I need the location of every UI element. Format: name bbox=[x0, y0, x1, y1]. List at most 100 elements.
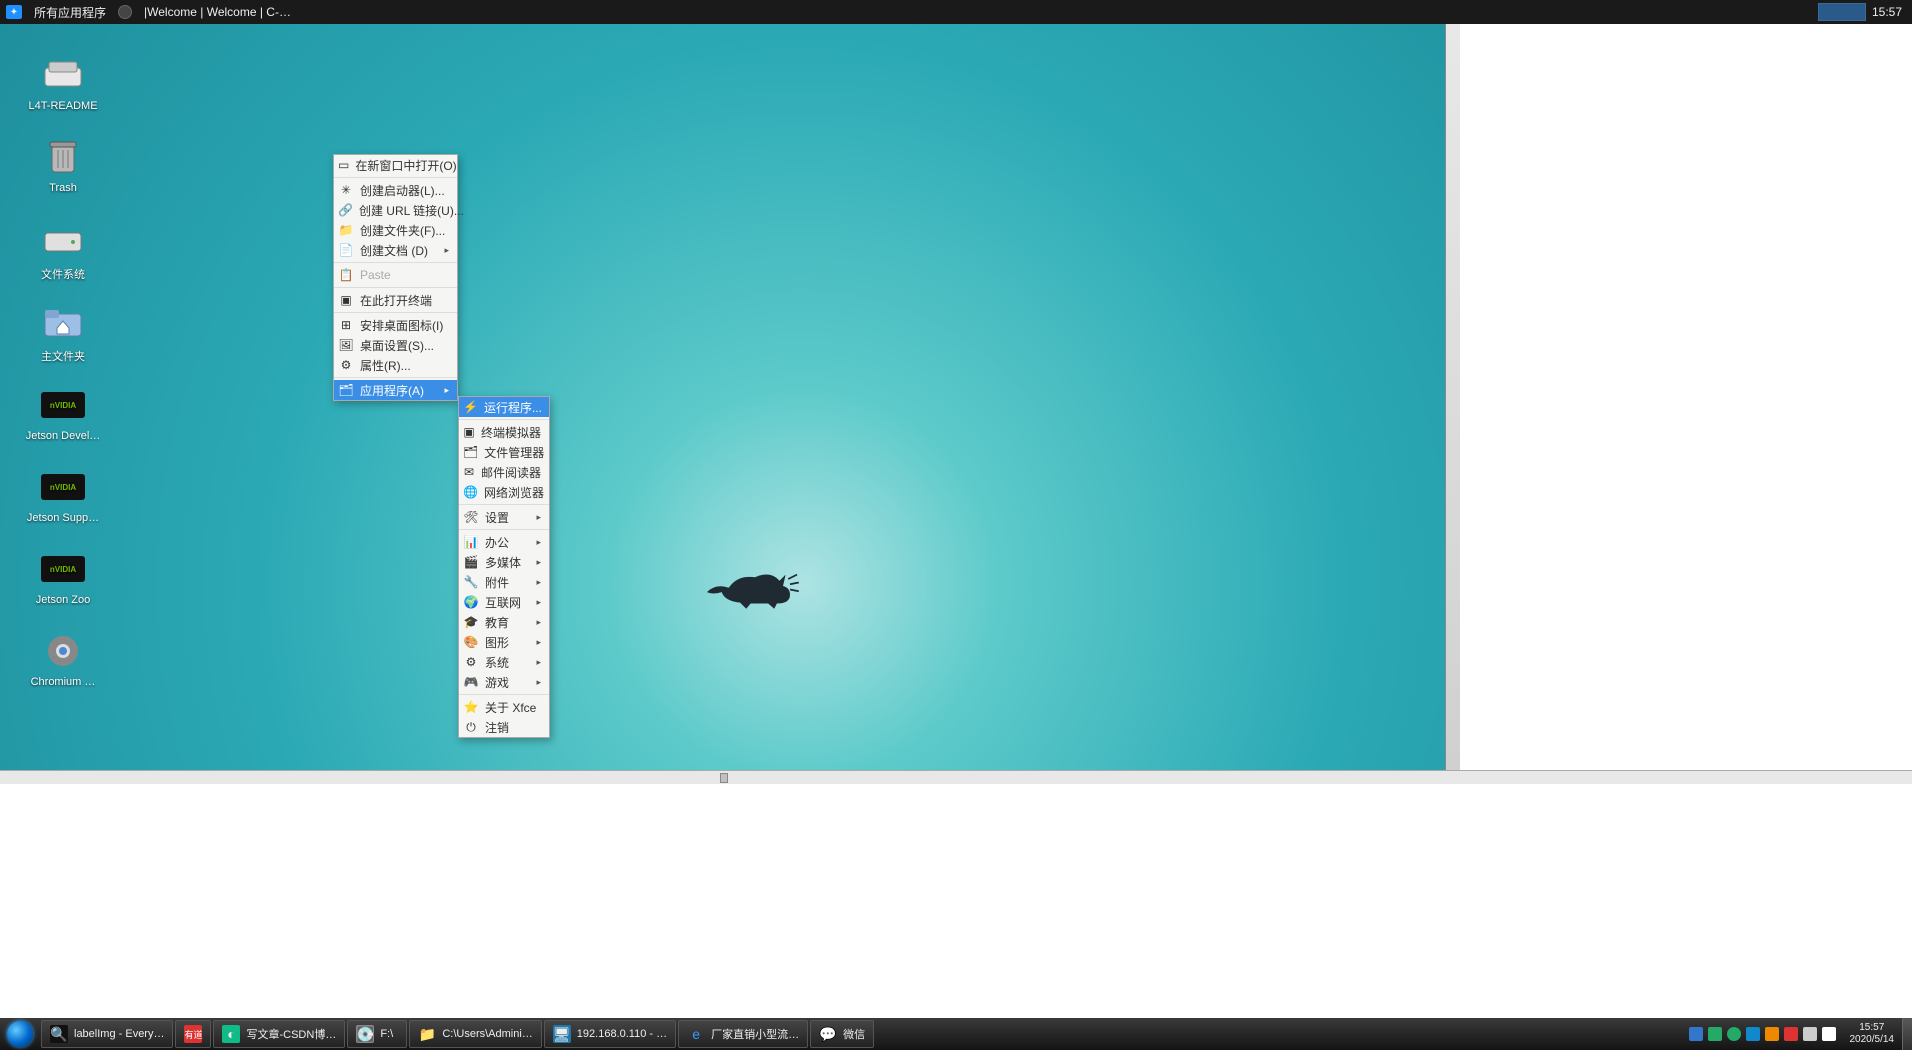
terminal-icon: ▣ bbox=[338, 292, 354, 308]
submenu-multimedia[interactable]: 🎬多媒体▸ bbox=[459, 552, 549, 572]
youdao-icon: 有道 bbox=[184, 1025, 202, 1043]
taskbar-label: C:\Users\Admini… bbox=[442, 1028, 532, 1040]
submenu-settings[interactable]: 🛠设置▸ bbox=[459, 507, 549, 527]
tray-icon[interactable] bbox=[1727, 1027, 1741, 1041]
menu-create-url[interactable]: 🔗创建 URL 链接(U)... bbox=[334, 200, 457, 220]
desktop-icon-l4t-readme[interactable]: L4T-README bbox=[18, 54, 108, 112]
viewer-horizontal-scrollbar[interactable] bbox=[0, 770, 1912, 784]
desktop-icon-chromium[interactable]: Chromium … bbox=[18, 630, 108, 688]
link-icon: 🔗 bbox=[338, 202, 353, 218]
menu-separator bbox=[334, 177, 457, 178]
drive-icon bbox=[39, 54, 87, 96]
submenu-arrow-icon: ▸ bbox=[536, 577, 541, 588]
submenu-system[interactable]: ⚙系统▸ bbox=[459, 652, 549, 672]
submenu-arrow-icon: ▸ bbox=[536, 637, 541, 648]
submenu-education[interactable]: 🎓教育▸ bbox=[459, 612, 549, 632]
taskbar-button-ie[interactable]: e厂家直销小型流… bbox=[678, 1020, 808, 1048]
menu-label: 属性(R)... bbox=[360, 357, 411, 374]
all-applications-button[interactable]: 所有应用程序 bbox=[26, 4, 114, 21]
window-title[interactable]: |Welcome | Welcome | C-… bbox=[136, 5, 299, 19]
submenu-about-xfce[interactable]: ⭐关于 Xfce bbox=[459, 697, 549, 717]
taskbar-label: 192.168.0.110 - … bbox=[577, 1028, 667, 1040]
menu-properties[interactable]: ⚙属性(R)... bbox=[334, 355, 457, 375]
desktop-icon-trash[interactable]: Trash bbox=[18, 136, 108, 194]
desktop-icon-filesystem[interactable]: 文件系统 bbox=[18, 220, 108, 282]
menu-arrange-icons[interactable]: ⊞安排桌面图标(I) bbox=[334, 315, 457, 335]
terminal-icon: ▣ bbox=[463, 424, 475, 440]
taskbar-button-vnc[interactable]: 🖥192.168.0.110 - … bbox=[544, 1020, 676, 1048]
icon-label: Jetson Supp… bbox=[18, 512, 108, 524]
taskbar-spacer bbox=[875, 1018, 1682, 1050]
menu-applications[interactable]: 🗂应用程序(A)▸ bbox=[334, 380, 457, 400]
submenu-mail-reader[interactable]: ✉邮件阅读器 bbox=[459, 462, 549, 482]
window-button-icon[interactable] bbox=[118, 5, 132, 19]
desktop-icon-jetson-support[interactable]: nVIDIA Jetson Supp… bbox=[18, 466, 108, 524]
menu-create-document[interactable]: 📄创建文档 (D)▸ bbox=[334, 240, 457, 260]
menu-open-new-window[interactable]: ▭在新窗口中打开(O) bbox=[334, 155, 457, 175]
menu-create-folder[interactable]: 📁创建文件夹(F)... bbox=[334, 220, 457, 240]
menu-label: 系统 bbox=[485, 654, 509, 671]
menu-desktop-settings[interactable]: 🖼桌面设置(S)... bbox=[334, 335, 457, 355]
scrollbar-thumb[interactable] bbox=[720, 773, 728, 783]
tray-network-icon[interactable] bbox=[1803, 1027, 1817, 1041]
taskbar-button-users-folder[interactable]: 📁 C:\Users\Admini… bbox=[409, 1020, 541, 1048]
nvidia-icon: nVIDIA bbox=[39, 548, 87, 590]
submenu-internet[interactable]: 🌍互联网▸ bbox=[459, 592, 549, 612]
tray-icon[interactable] bbox=[1708, 1027, 1722, 1041]
submenu-terminal-emulator[interactable]: ▣终端模拟器 bbox=[459, 422, 549, 442]
workspace-switcher[interactable] bbox=[1818, 3, 1866, 21]
desktop-icon-jetson-zoo[interactable]: nVIDIA Jetson Zoo bbox=[18, 548, 108, 606]
arrange-icon: ⊞ bbox=[338, 317, 354, 333]
icon-label: Chromium … bbox=[18, 676, 108, 688]
system-tray[interactable] bbox=[1683, 1018, 1842, 1050]
submenu-office[interactable]: 📊办公▸ bbox=[459, 532, 549, 552]
windows-taskbar: 🔍labelImg - Every… 有道 ◐写文章-CSDN博… 💽F:\ 📁… bbox=[0, 1018, 1912, 1050]
submenu-web-browser[interactable]: 🌐网络浏览器 bbox=[459, 482, 549, 502]
menu-separator bbox=[334, 377, 457, 378]
xfce-menu-icon[interactable]: ✦ bbox=[6, 5, 22, 19]
tray-icon[interactable] bbox=[1746, 1027, 1760, 1041]
taskbar-button-csdn[interactable]: ◐写文章-CSDN博… bbox=[213, 1020, 345, 1048]
clock-date: 2020/5/14 bbox=[1850, 1034, 1895, 1046]
paste-icon: 📋 bbox=[338, 267, 354, 283]
show-desktop-button[interactable] bbox=[1902, 1018, 1912, 1050]
tray-icon[interactable] bbox=[1784, 1027, 1798, 1041]
submenu-arrow-icon: ▸ bbox=[536, 657, 541, 668]
tray-icon[interactable] bbox=[1765, 1027, 1779, 1041]
submenu-games[interactable]: 🎮游戏▸ bbox=[459, 672, 549, 692]
submenu-file-manager[interactable]: 🗂文件管理器 bbox=[459, 442, 549, 462]
taskbar-button-youdao[interactable]: 有道 bbox=[175, 1020, 211, 1048]
games-icon: 🎮 bbox=[463, 674, 479, 690]
taskbar-button-wechat[interactable]: 💬微信 bbox=[810, 1020, 874, 1048]
folder-icon: 📁 bbox=[418, 1025, 436, 1043]
submenu-graphics[interactable]: 🎨图形▸ bbox=[459, 632, 549, 652]
menu-open-terminal-here[interactable]: ▣ 在此打开终端 bbox=[334, 290, 457, 310]
desktop-icon-jetson-devel[interactable]: nVIDIA Jetson Devel… bbox=[18, 384, 108, 442]
menu-create-launcher[interactable]: ✳创建启动器(L)... bbox=[334, 180, 457, 200]
menu-label: 互联网 bbox=[485, 594, 521, 611]
submenu-run-program[interactable]: ⚡运行程序... bbox=[459, 397, 549, 417]
tray-icon[interactable] bbox=[1689, 1027, 1703, 1041]
logout-icon: ⏻ bbox=[463, 719, 479, 735]
icon-label: Jetson Zoo bbox=[18, 594, 108, 606]
submenu-accessories[interactable]: 🔧附件▸ bbox=[459, 572, 549, 592]
start-button[interactable] bbox=[0, 1018, 40, 1050]
taskbar-button-f-drive[interactable]: 💽F:\ bbox=[347, 1020, 407, 1048]
taskbar-label: 微信 bbox=[843, 1026, 865, 1042]
tray-volume-icon[interactable] bbox=[1822, 1027, 1836, 1041]
desktop-icon-home[interactable]: 主文件夹 bbox=[18, 302, 108, 364]
menu-label: 游戏 bbox=[485, 674, 509, 691]
taskbar-clock[interactable]: 15:57 2020/5/14 bbox=[1842, 1018, 1903, 1050]
taskbar-button-labelimg[interactable]: 🔍labelImg - Every… bbox=[41, 1020, 173, 1048]
windows-orb-icon bbox=[7, 1021, 33, 1047]
menu-label: 运行程序... bbox=[484, 399, 542, 416]
globe-icon: 🌐 bbox=[463, 484, 478, 500]
menu-separator bbox=[334, 262, 457, 263]
menu-label: 在此打开终端 bbox=[360, 292, 432, 309]
mail-icon: ✉ bbox=[463, 464, 475, 480]
submenu-logout[interactable]: ⏻注销 bbox=[459, 717, 549, 737]
menu-label: 办公 bbox=[485, 534, 509, 551]
xfce-desktop[interactable]: L4T-README Trash 文件系统 主文件夹 nVIDIA Jetson… bbox=[0, 24, 1460, 770]
panel-clock[interactable]: 15:57 bbox=[1872, 5, 1912, 19]
menu-label: Paste bbox=[360, 268, 391, 282]
